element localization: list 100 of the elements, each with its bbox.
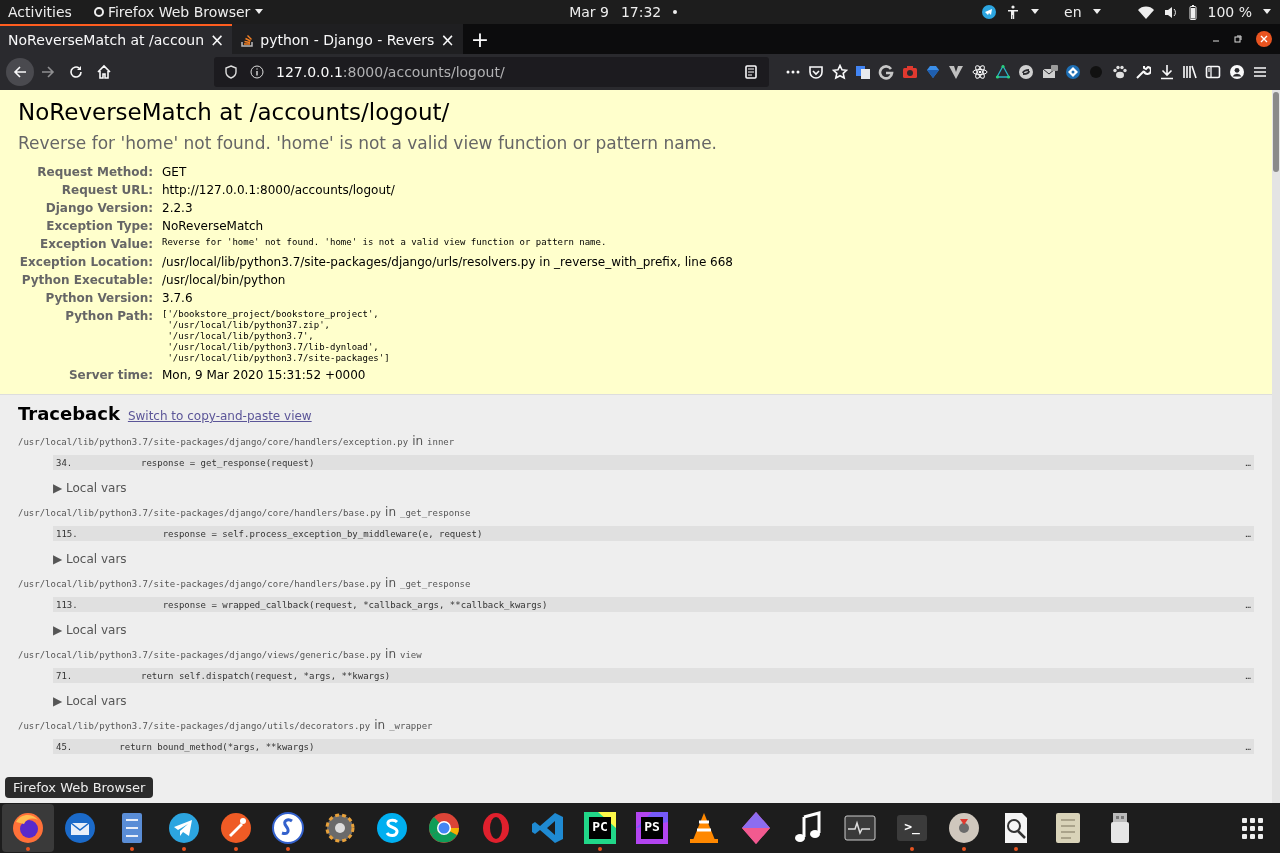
- detail-label: Request Method:: [36, 164, 154, 181]
- local-vars-toggle[interactable]: ▶ Local vars: [53, 694, 127, 708]
- line-number: 115.: [56, 528, 76, 539]
- expand-ellipsis[interactable]: …: [1245, 599, 1251, 610]
- tooltip-label: Firefox Web Browser: [5, 777, 154, 798]
- menu-icon[interactable]: [1251, 64, 1268, 80]
- close-tab-button[interactable]: ×: [440, 31, 455, 49]
- function-name: _wrapper: [389, 721, 433, 731]
- detail-label: Python Version:: [44, 290, 154, 307]
- puzzle-circle-icon[interactable]: [1065, 64, 1082, 80]
- local-vars-toggle[interactable]: ▶ Local vars: [53, 481, 127, 495]
- detail-value: Reverse for 'home' not found. 'home' is not a valid view function or pattern name.: [162, 237, 608, 248]
- file-path: /usr/local/lib/python3.7/site-packages/django/views/generic/base.py: [18, 650, 382, 660]
- detail-value: /usr/local/lib/python3.7/site-packages/django/urls/resolvers.py in _reverse_with_prefix, line 668: [162, 255, 733, 269]
- accessibility-icon: [1006, 5, 1020, 19]
- detail-value: 3.7.6: [162, 291, 193, 305]
- url-text: 127.0.0.1:8000/accounts/logout/: [276, 64, 505, 80]
- info-icon: [250, 65, 264, 79]
- keyboard-layout[interactable]: en: [1064, 4, 1082, 20]
- atom-icon[interactable]: [971, 64, 988, 80]
- home-icon[interactable]: [96, 64, 112, 80]
- mail-icon[interactable]: [1041, 64, 1058, 80]
- scrollbar-thumb[interactable]: [1273, 92, 1279, 172]
- download-icon[interactable]: [1158, 64, 1175, 80]
- function-name: _get_response: [400, 508, 471, 518]
- close-icon[interactable]: [1256, 31, 1272, 47]
- wrench-icon[interactable]: [1135, 64, 1152, 80]
- detail-label: Python Path:: [64, 308, 154, 325]
- detail-label: Exception Value:: [39, 236, 154, 253]
- notification-dot-icon: [673, 10, 678, 14]
- browser-tab[interactable]: python - Django - Revers ×: [232, 24, 463, 54]
- file-path: /usr/local/lib/python3.7/site-packages/django/utils/decorators.py: [18, 721, 371, 731]
- new-tab-button[interactable]: +: [462, 24, 498, 54]
- scrollbar[interactable]: [1272, 90, 1280, 803]
- code-text: response = self.process_exception_by_middleware(e, request): [161, 528, 484, 539]
- clock[interactable]: Mar 9 17:32: [569, 4, 678, 20]
- expand-ellipsis[interactable]: …: [1245, 670, 1251, 681]
- local-vars-toggle[interactable]: ▶ Local vars: [53, 623, 127, 637]
- app-menu[interactable]: Firefox Web Browser: [93, 4, 265, 20]
- icon-label: PS: [643, 819, 661, 834]
- dock-item[interactable]: PC: [574, 804, 626, 852]
- dock-item[interactable]: PS: [626, 804, 678, 852]
- sidebar-icon[interactable]: [1205, 64, 1222, 80]
- detail-value: NoReverseMatch: [162, 219, 264, 233]
- paw-icon[interactable]: [1111, 64, 1128, 80]
- expand-ellipsis[interactable]: …: [1245, 528, 1251, 539]
- battery-icon: [1187, 4, 1198, 20]
- s-circle-icon: [270, 810, 306, 846]
- file-path: /usr/local/lib/python3.7/site-packages/django/core/handlers/base.py: [18, 508, 382, 518]
- expand-ellipsis[interactable]: …: [1245, 741, 1251, 752]
- detail-value: 2.2.3: [162, 201, 193, 215]
- detail-value: Mon, 9 Mar 2020 15:31:52 +0000: [162, 368, 366, 382]
- reader-view-icon[interactable]: [743, 64, 759, 80]
- line-number: 113.: [56, 599, 76, 610]
- restore-icon[interactable]: [1234, 35, 1242, 43]
- arrow-right-icon[interactable]: [40, 64, 56, 80]
- volume-icon: [1163, 5, 1178, 19]
- back-button[interactable]: [6, 58, 34, 86]
- library-icon[interactable]: [1181, 64, 1198, 80]
- code-text: response = get_response(request): [140, 457, 316, 468]
- grid-icon: [1241, 817, 1263, 839]
- reload-icon[interactable]: [68, 64, 84, 80]
- v-shape-icon[interactable]: [948, 64, 965, 80]
- camera-icon[interactable]: [901, 64, 918, 80]
- star-icon[interactable]: [831, 64, 848, 80]
- detail-label: Django Version:: [44, 200, 154, 217]
- detail-label: Request URL:: [60, 182, 154, 199]
- address-bar[interactable]: 127.0.0.1:8000/accounts/logout/: [214, 57, 769, 87]
- envelope-globe-icon: [62, 810, 98, 846]
- local-vars-toggle[interactable]: ▶ Local vars: [53, 552, 127, 566]
- error-title: NoReverseMatch at /accounts/logout/: [18, 99, 451, 125]
- function-name: view: [400, 650, 422, 660]
- pocket-icon[interactable]: [808, 64, 825, 80]
- swirl-circle-icon[interactable]: [1018, 64, 1035, 80]
- code-text: response = wrapped_callback(request, *callback_args, **callback_kwargs): [161, 599, 549, 610]
- detail-label: Server time:: [67, 367, 154, 384]
- stack-icon: [240, 33, 255, 47]
- ide-icon: [582, 810, 618, 846]
- close-tab-button[interactable]: ×: [210, 31, 225, 49]
- battery-percent: 100 %: [1207, 4, 1252, 20]
- paper-plane-icon: [166, 810, 202, 846]
- arrow-left-icon[interactable]: [12, 64, 28, 80]
- traceback-heading: Traceback: [18, 403, 120, 424]
- disk-icon: [946, 810, 982, 846]
- icon-label: PC: [591, 819, 609, 834]
- telegram-icon: [982, 5, 996, 19]
- activities-button[interactable]: Activities: [8, 4, 72, 20]
- browser-tab[interactable]: NoReverseMatch at /accoun ×: [0, 24, 233, 54]
- dock-item[interactable]: [2, 804, 54, 852]
- triangle-nodes-icon[interactable]: [995, 64, 1012, 80]
- file-path: /usr/local/lib/python3.7/site-packages/django/core/handlers/base.py: [18, 579, 382, 589]
- diamond-icon[interactable]: [925, 64, 942, 80]
- copy-paste-link[interactable]: Switch to copy-and-paste view: [127, 409, 312, 423]
- dock-item[interactable]: >_: [886, 804, 938, 852]
- in-label: in: [385, 647, 396, 661]
- time-label: 17:32: [620, 4, 662, 20]
- in-label: in: [385, 576, 396, 590]
- account-icon[interactable]: [1228, 64, 1245, 80]
- detail-value: ['/bookstore_project/bookstore_project', '/usr/local/lib/python37.zip', '/usr/local/lib/python3.7', '/usr/local/lib/python3.7/lib-dynload', '/usr/local/lib/python3.7/site-packages']: [162, 309, 391, 364]
- expand-ellipsis[interactable]: …: [1245, 457, 1251, 468]
